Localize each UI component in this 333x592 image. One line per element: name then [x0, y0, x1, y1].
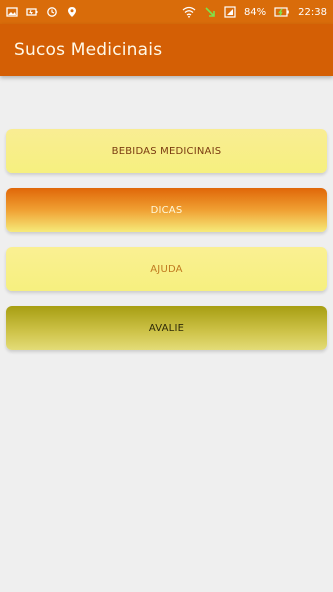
signal-icon [224, 6, 236, 18]
location-icon [68, 7, 76, 17]
sync-icon [47, 7, 57, 17]
ajuda-label: AJUDA [150, 263, 183, 275]
wifi-icon [182, 6, 196, 18]
status-bar: 84% 22:38 [0, 0, 333, 24]
status-bar-left [6, 6, 78, 18]
image-icon [6, 7, 18, 17]
download-icon [205, 7, 215, 17]
app-title: Sucos Medicinais [14, 40, 163, 60]
avalie-label: AVALIE [148, 322, 185, 334]
bebidas-medicinais-label: BEBIDAS MEDICINAIS [111, 145, 222, 157]
bebidas-medicinais-button[interactable]: BEBIDAS MEDICINAIS [6, 129, 327, 173]
dicas-label: DICAS [150, 204, 183, 216]
battery-charging-icon [274, 7, 289, 17]
ajuda-button[interactable]: AJUDA [6, 247, 327, 291]
app-bar: Sucos Medicinais [0, 24, 333, 76]
clock: 22:38 [298, 6, 327, 18]
battery-percent: 84% [243, 6, 267, 18]
dicas-button[interactable]: DICAS [6, 188, 327, 232]
battery-saver-icon [26, 8, 38, 16]
status-bar-right: 84% 22:38 [182, 6, 327, 18]
avalie-button[interactable]: AVALIE [6, 306, 327, 350]
